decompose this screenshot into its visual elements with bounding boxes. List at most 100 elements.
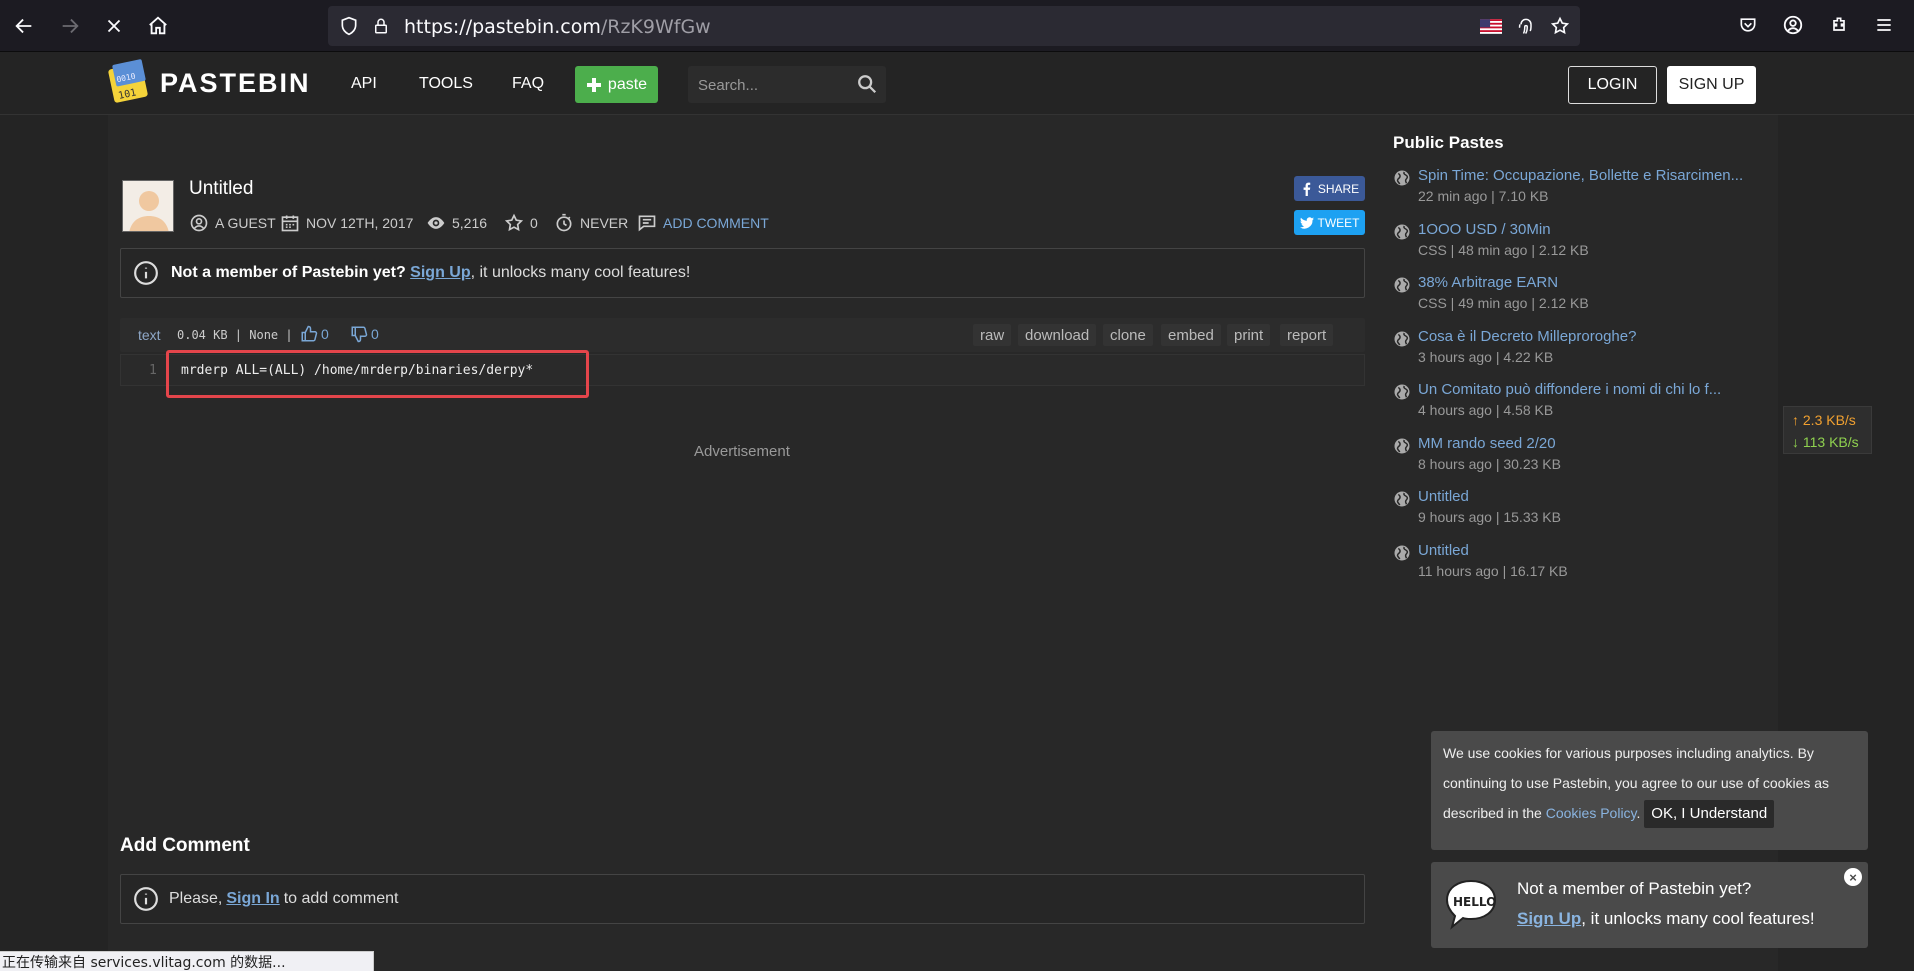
back-button[interactable]: [8, 10, 40, 42]
comment-notice-pre: Please,: [169, 890, 223, 907]
close-icon[interactable]: ×: [1844, 868, 1862, 886]
public-paste-item[interactable]: MM rando seed 2/20 8 hours ago | 30.23 KB: [1393, 435, 1773, 479]
comment-notice-post: to add comment: [283, 890, 399, 907]
add-comment-link[interactable]: ADD COMMENT: [637, 213, 769, 233]
globe-icon: [1394, 438, 1410, 454]
logo-text[interactable]: PASTEBIN: [160, 68, 311, 99]
public-paste-title[interactable]: Un Comitato può diffondere i nomi di chi…: [1418, 381, 1721, 398]
dislike-count: 0: [371, 326, 379, 342]
us-flag-icon[interactable]: [1480, 15, 1502, 37]
public-paste-title[interactable]: Untitled: [1418, 488, 1469, 505]
shield-icon[interactable]: [338, 15, 360, 37]
public-paste-item[interactable]: 38% Arbitrage EARN CSS | 49 min ago | 2.1…: [1393, 274, 1773, 318]
views-meta: 5,216: [426, 213, 487, 233]
info-icon: [134, 887, 158, 911]
public-paste-meta: 3 hours ago | 4.22 KB: [1418, 349, 1554, 365]
public-paste-item[interactable]: 1OOO USD / 30Min CSS | 48 min ago | 2.12 …: [1393, 221, 1773, 265]
globe-icon: [1394, 384, 1410, 400]
public-paste-item[interactable]: Untitled 9 hours ago | 15.33 KB: [1393, 488, 1773, 532]
login-button[interactable]: LOGIN: [1568, 66, 1657, 104]
pocket-icon[interactable]: [1735, 12, 1761, 38]
download-button[interactable]: download: [1018, 324, 1097, 346]
comment-icon: [638, 215, 656, 232]
share-label: SHARE: [1317, 181, 1360, 196]
browser-toolbar: https://pastebin.com/RzK9WfGw: [0, 0, 1914, 52]
lock-icon[interactable]: [370, 15, 392, 37]
menu-icon[interactable]: [1871, 12, 1897, 38]
search-input[interactable]: [698, 74, 848, 96]
forward-button[interactable]: [54, 10, 86, 42]
fingerprint-icon[interactable]: [1515, 15, 1537, 37]
member-popup-signup-link[interactable]: Sign Up: [1517, 909, 1581, 928]
date-meta: NOV 12TH, 2017: [280, 213, 413, 233]
bookmark-star-icon[interactable]: [1549, 15, 1571, 37]
nav-tools[interactable]: TOOLS: [419, 75, 473, 93]
avatar: [122, 180, 174, 232]
star-count: 0: [530, 215, 538, 231]
paste-title: Untitled: [189, 178, 254, 199]
sign-in-link[interactable]: Sign In: [226, 890, 279, 908]
syntax-language[interactable]: text: [138, 327, 161, 343]
notice-signup-link[interactable]: Sign Up: [410, 264, 470, 282]
print-button[interactable]: print: [1227, 324, 1271, 346]
notice-bold: Not a member of Pastebin yet?: [171, 264, 406, 281]
stars-meta[interactable]: 0: [504, 213, 538, 233]
twitter-icon: [1299, 216, 1314, 229]
pastebin-logo-icon[interactable]: 101 0010: [108, 58, 152, 104]
calendar-icon: [281, 215, 299, 232]
public-paste-item[interactable]: Untitled 11 hours ago | 16.17 KB: [1393, 542, 1773, 586]
nav-faq[interactable]: FAQ: [512, 75, 544, 93]
public-paste-title[interactable]: 38% Arbitrage EARN: [1418, 274, 1558, 291]
new-paste-button[interactable]: paste: [575, 66, 658, 103]
public-paste-item[interactable]: Spin Time: Occupazione, Bollette e Risar…: [1393, 167, 1773, 211]
cookies-policy-link[interactable]: Cookies Policy: [1546, 805, 1637, 821]
paste-button-label: paste: [607, 75, 648, 93]
add-comment-heading: Add Comment: [120, 835, 250, 856]
guest-avatar-icon: [123, 181, 173, 231]
public-paste-title[interactable]: MM rando seed 2/20: [1418, 435, 1556, 452]
address-bar[interactable]: https://pastebin.com/RzK9WfGw: [328, 6, 1580, 46]
highlight-box: [166, 350, 589, 398]
extensions-icon[interactable]: [1826, 12, 1852, 38]
search-icon[interactable]: [856, 73, 878, 95]
clone-button[interactable]: clone: [1103, 324, 1153, 346]
nav-api[interactable]: API: [351, 75, 377, 93]
tweet-button[interactable]: TWEET: [1294, 210, 1365, 235]
raw-button[interactable]: raw: [973, 324, 1012, 346]
public-paste-meta: 4 hours ago | 4.58 KB: [1418, 402, 1554, 418]
cookie-ok-button[interactable]: OK, I Understand: [1644, 800, 1775, 828]
report-button[interactable]: report: [1280, 324, 1334, 346]
dislike-button[interactable]: 0: [350, 325, 379, 343]
eye-icon: [427, 217, 445, 229]
public-paste-item[interactable]: Cosa è il Decreto Milleproroghe? 3 hours …: [1393, 328, 1773, 372]
signup-button[interactable]: SIGN UP: [1667, 66, 1756, 104]
tweet-label: TWEET: [1317, 215, 1360, 230]
globe-icon: [1394, 170, 1410, 186]
star-icon: [504, 213, 524, 232]
public-paste-meta: 8 hours ago | 30.23 KB: [1418, 456, 1561, 472]
public-paste-title[interactable]: Untitled: [1418, 542, 1469, 559]
home-button[interactable]: [142, 10, 174, 42]
globe-icon: [1394, 224, 1410, 240]
public-paste-meta: 22 min ago | 7.10 KB: [1418, 188, 1549, 204]
public-paste-title[interactable]: Cosa è il Decreto Milleproroghe?: [1418, 328, 1636, 345]
public-paste-title[interactable]: Spin Time: Occupazione, Bollette e Risar…: [1418, 167, 1743, 184]
stop-button[interactable]: [98, 10, 130, 42]
public-pastes-title: Public Pastes: [1393, 133, 1504, 152]
public-paste-title[interactable]: 1OOO USD / 30Min: [1418, 221, 1551, 238]
svg-text:101: 101: [117, 87, 137, 102]
public-paste-item[interactable]: Un Comitato può diffondere i nomi di chi…: [1393, 381, 1773, 425]
globe-icon: [1394, 491, 1410, 507]
author-meta: A GUEST: [189, 213, 276, 233]
close-icon: [107, 19, 121, 33]
share-button[interactable]: SHARE: [1294, 176, 1365, 201]
home-icon: [149, 16, 167, 35]
url-text: https://pastebin.com/RzK9WfGw: [404, 16, 711, 38]
view-count: 5,216: [452, 215, 488, 231]
public-paste-meta: CSS | 48 min ago | 2.12 KB: [1418, 242, 1589, 258]
embed-button[interactable]: embed: [1161, 324, 1221, 346]
account-icon[interactable]: [1780, 12, 1806, 38]
url-host: https://pastebin.com: [404, 16, 601, 38]
paste-info: 0.04 KB | None |: [177, 328, 293, 342]
like-button[interactable]: 0: [300, 325, 329, 343]
